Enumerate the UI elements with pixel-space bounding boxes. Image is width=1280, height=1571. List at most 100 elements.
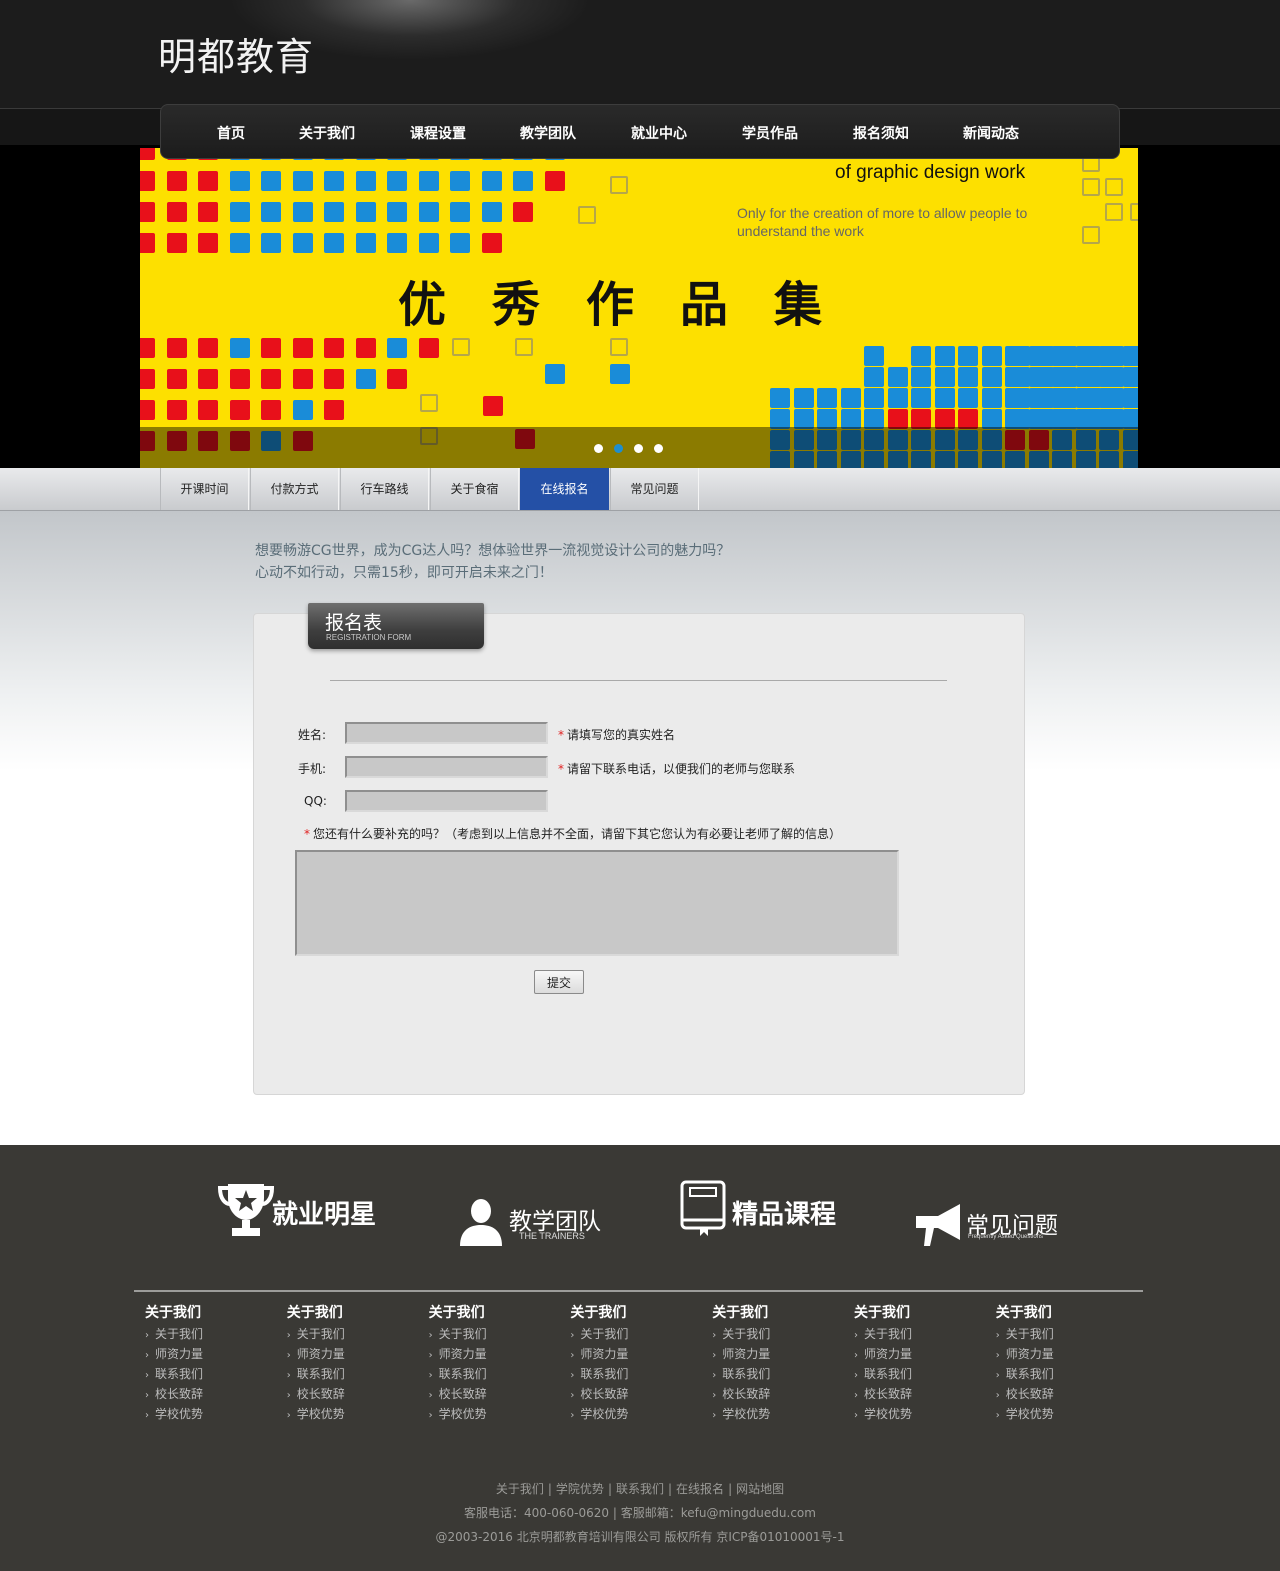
footer-link[interactable]: › 师资力量 bbox=[145, 1345, 265, 1365]
footer-link[interactable]: › 学校优势 bbox=[287, 1405, 407, 1425]
main-nav: 首页 关于我们 课程设置 教学团队 就业中心 学员作品 报名须知 新闻动态 bbox=[160, 104, 1120, 159]
footer-bottom-link[interactable]: 网站地图 bbox=[736, 1482, 784, 1496]
feature-trainers[interactable]: 教学团队 THE TRAINERS bbox=[458, 1180, 608, 1250]
banner-tile bbox=[166, 171, 187, 191]
chevron-right-icon: › bbox=[428, 1410, 433, 1421]
info-tab[interactable]: 付款方式 bbox=[250, 468, 339, 510]
banner-tile bbox=[292, 202, 313, 222]
footer-column: 关于我们 › 关于我们 › 师资力量 › 联系我们 › 校长致辞 › 学校优势 bbox=[996, 1302, 1116, 1425]
phone-input[interactable] bbox=[345, 756, 548, 778]
slide-dot[interactable] bbox=[614, 444, 623, 453]
chevron-right-icon: › bbox=[712, 1350, 717, 1361]
nav-item[interactable]: 就业中心 bbox=[631, 123, 687, 143]
footer-bottom-link[interactable]: 学院优势 bbox=[556, 1482, 604, 1496]
footer-link[interactable]: › 关于我们 bbox=[996, 1325, 1116, 1345]
footer-link[interactable]: › 关于我们 bbox=[570, 1325, 690, 1345]
footer-link[interactable]: › 学校优势 bbox=[712, 1405, 832, 1425]
info-tab[interactable]: 行车路线 bbox=[340, 468, 429, 510]
nav-item[interactable]: 报名须知 bbox=[853, 123, 909, 143]
banner-tile bbox=[324, 338, 344, 358]
banner-tile bbox=[324, 202, 344, 222]
footer-link[interactable]: › 学校优势 bbox=[996, 1405, 1116, 1425]
name-input[interactable] bbox=[345, 722, 548, 744]
footer-link[interactable]: › 校长致辞 bbox=[854, 1385, 974, 1405]
footer-link[interactable]: › 校长致辞 bbox=[145, 1385, 265, 1405]
chevron-right-icon: › bbox=[286, 1330, 291, 1341]
name-hint-text: 请填写您的真实姓名 bbox=[567, 728, 676, 742]
footer-link[interactable]: › 校长致辞 bbox=[287, 1385, 407, 1405]
footer-link[interactable]: › 师资力量 bbox=[570, 1345, 690, 1365]
nav-item[interactable]: 新闻动态 bbox=[963, 123, 1019, 143]
feature-job-stars[interactable]: 就业明星 bbox=[218, 1180, 388, 1250]
chevron-right-icon: › bbox=[854, 1330, 858, 1341]
footer-link[interactable]: › 联系我们 bbox=[854, 1365, 974, 1385]
banner-title-cn: 优秀作品集 bbox=[398, 277, 869, 333]
submit-button[interactable]: 提交 bbox=[534, 970, 584, 994]
feature-subtitle: Frequently Asked Questions bbox=[968, 1234, 1044, 1240]
link-separator: | bbox=[547, 1482, 552, 1496]
nav-item[interactable]: 教学团队 bbox=[520, 123, 576, 143]
chevron-right-icon: › bbox=[570, 1370, 575, 1381]
banner-tile-outline bbox=[1082, 226, 1100, 244]
footer-link[interactable]: › 关于我们 bbox=[429, 1325, 549, 1345]
chevron-right-icon: › bbox=[712, 1330, 717, 1341]
footer-link[interactable]: › 校长致辞 bbox=[712, 1385, 832, 1405]
footer-link[interactable]: › 关于我们 bbox=[287, 1325, 407, 1345]
extra-info-textarea[interactable] bbox=[295, 850, 899, 956]
footer-bottom-link[interactable]: 在线报名 bbox=[676, 1482, 724, 1496]
footer-link[interactable]: › 校长致辞 bbox=[996, 1385, 1116, 1405]
phone-label: 手机: bbox=[298, 762, 327, 776]
footer-link[interactable]: › 师资力量 bbox=[287, 1345, 407, 1365]
footer-link-label: 校长致辞 bbox=[155, 1387, 204, 1401]
footer-link[interactable]: › 联系我们 bbox=[429, 1365, 549, 1385]
banner-slide[interactable]: of graphic design work Only for the crea… bbox=[140, 148, 1138, 468]
info-tab[interactable]: 在线报名 bbox=[520, 468, 609, 510]
feature-faq[interactable]: 常见问题 Frequently Asked Questions bbox=[916, 1180, 1076, 1250]
chevron-right-icon: › bbox=[145, 1370, 149, 1381]
footer-link[interactable]: › 师资力量 bbox=[996, 1345, 1116, 1365]
footer-link[interactable]: › 关于我们 bbox=[854, 1325, 974, 1345]
slide-dot[interactable] bbox=[594, 444, 603, 453]
nav-item[interactable]: 关于我们 bbox=[299, 123, 355, 143]
footer-link[interactable]: › 联系我们 bbox=[712, 1365, 832, 1385]
footer-link[interactable]: › 学校优势 bbox=[570, 1405, 690, 1425]
footer-link[interactable]: › 关于我们 bbox=[145, 1325, 265, 1345]
footer-link[interactable]: › 师资力量 bbox=[712, 1345, 832, 1365]
nav-item[interactable]: 课程设置 bbox=[410, 123, 466, 143]
footer-link[interactable]: › 学校优势 bbox=[854, 1405, 974, 1425]
footer-link[interactable]: › 校长致辞 bbox=[570, 1385, 690, 1405]
chevron-right-icon: › bbox=[995, 1410, 1000, 1421]
footer-link[interactable]: › 学校优势 bbox=[145, 1405, 265, 1425]
qq-input[interactable] bbox=[345, 790, 548, 812]
site-logo[interactable]: 明都教育 bbox=[158, 26, 314, 81]
info-tab[interactable]: 关于食宿 bbox=[430, 468, 519, 510]
footer-link[interactable]: › 师资力量 bbox=[854, 1345, 974, 1365]
footer-link[interactable]: › 联系我们 bbox=[996, 1365, 1116, 1385]
footer-link[interactable]: › 学校优势 bbox=[429, 1405, 549, 1425]
banner-tile-outline bbox=[420, 394, 438, 412]
footer-bottom-link[interactable]: 联系我们 bbox=[616, 1482, 664, 1496]
footer-link[interactable]: › 联系我们 bbox=[570, 1365, 690, 1385]
form-divider bbox=[330, 680, 947, 681]
info-tab[interactable]: 常见问题 bbox=[610, 468, 699, 510]
feature-courses[interactable]: 精品课程 bbox=[680, 1180, 850, 1250]
banner-tile bbox=[981, 367, 1002, 387]
slide-dot[interactable] bbox=[634, 444, 643, 453]
banner-tile bbox=[817, 388, 837, 408]
footer-link[interactable]: › 校长致辞 bbox=[429, 1385, 549, 1405]
chevron-right-icon: › bbox=[570, 1330, 575, 1341]
nav-item[interactable]: 首页 bbox=[217, 123, 245, 143]
footer-bottom-link[interactable]: 关于我们 bbox=[496, 1482, 544, 1496]
chevron-right-icon: › bbox=[854, 1370, 858, 1381]
footer-link[interactable]: › 联系我们 bbox=[145, 1365, 265, 1385]
banner-tile bbox=[261, 171, 281, 191]
nav-item[interactable]: 学员作品 bbox=[742, 123, 798, 143]
info-tab[interactable]: 开课时间 bbox=[160, 468, 249, 510]
slide-dot[interactable] bbox=[654, 444, 663, 453]
footer-link[interactable]: › 关于我们 bbox=[712, 1325, 832, 1345]
required-mark: * bbox=[558, 728, 564, 742]
banner-tile bbox=[793, 388, 814, 408]
footer-link[interactable]: › 联系我们 bbox=[287, 1365, 407, 1385]
banner-tile bbox=[1052, 388, 1072, 408]
footer-link[interactable]: › 师资力量 bbox=[429, 1345, 549, 1365]
